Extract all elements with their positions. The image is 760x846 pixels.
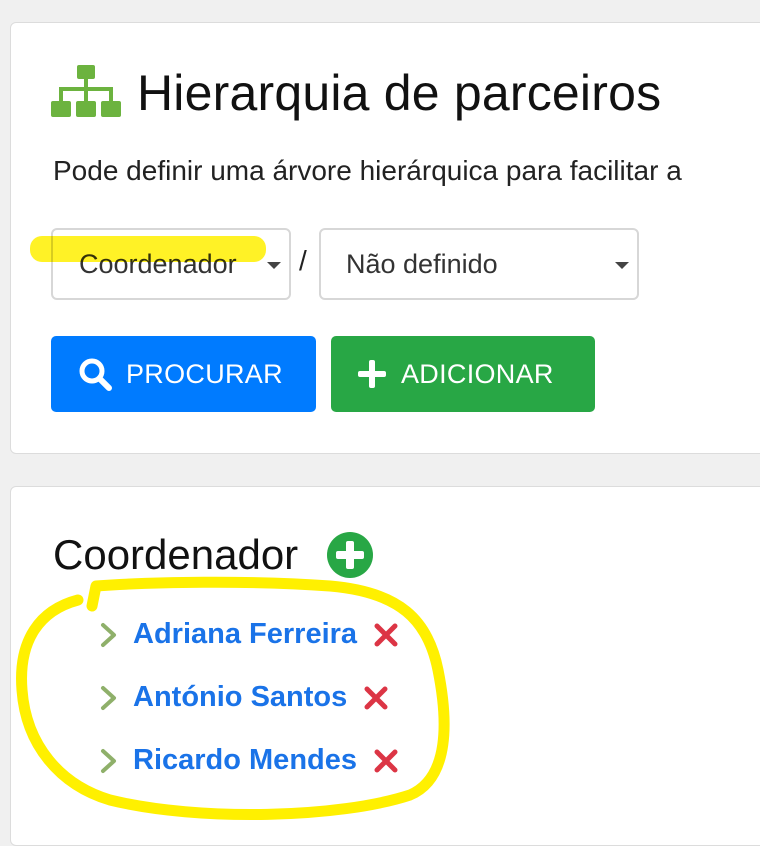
partners-panel: Coordenador Adriana Ferreira António San… — [10, 486, 760, 846]
list-item: Ricardo Mendes — [99, 729, 399, 792]
add-button-label: ADICIONAR — [401, 358, 554, 389]
partner-list: Adriana Ferreira António Santos Ricardo … — [99, 603, 399, 792]
search-button[interactable]: PROCURAR — [51, 336, 316, 412]
search-icon — [79, 358, 112, 391]
partner-link[interactable]: Adriana Ferreira — [133, 618, 357, 651]
role-select-value: Coordenador — [79, 248, 237, 279]
search-button-label: PROCURAR — [126, 358, 283, 389]
list-item: António Santos — [99, 666, 399, 729]
remove-icon[interactable] — [373, 622, 399, 648]
section-header: Coordenador — [53, 531, 374, 579]
role-select[interactable]: Coordenador — [51, 228, 291, 300]
partner-link[interactable]: Ricardo Mendes — [133, 744, 357, 777]
caret-down-icon — [267, 262, 281, 269]
page-title: Hierarquia de parceiros — [137, 65, 662, 121]
plus-circle-icon[interactable] — [326, 531, 374, 579]
section-title: Coordenador — [53, 531, 299, 578]
sitemap-icon — [51, 65, 121, 117]
select-separator: / — [299, 245, 307, 276]
list-item: Adriana Ferreira — [99, 603, 399, 666]
chevron-right-icon[interactable] — [99, 622, 119, 648]
chevron-right-icon[interactable] — [99, 685, 119, 711]
remove-icon[interactable] — [363, 685, 389, 711]
page-header: Hierarquia de parceiros — [51, 63, 661, 123]
page-description: Pode definir uma árvore hierárquica para… — [53, 155, 682, 186]
plus-icon — [358, 360, 386, 388]
parent-select-value: Não definido — [346, 248, 498, 279]
caret-down-icon — [615, 262, 629, 269]
parent-select[interactable]: Não definido — [319, 228, 639, 300]
add-button[interactable]: ADICIONAR — [331, 336, 595, 412]
hierarchy-panel: Hierarquia de parceiros Pode definir uma… — [10, 22, 760, 454]
remove-icon[interactable] — [373, 748, 399, 774]
partner-link[interactable]: António Santos — [133, 681, 347, 714]
chevron-right-icon[interactable] — [99, 748, 119, 774]
